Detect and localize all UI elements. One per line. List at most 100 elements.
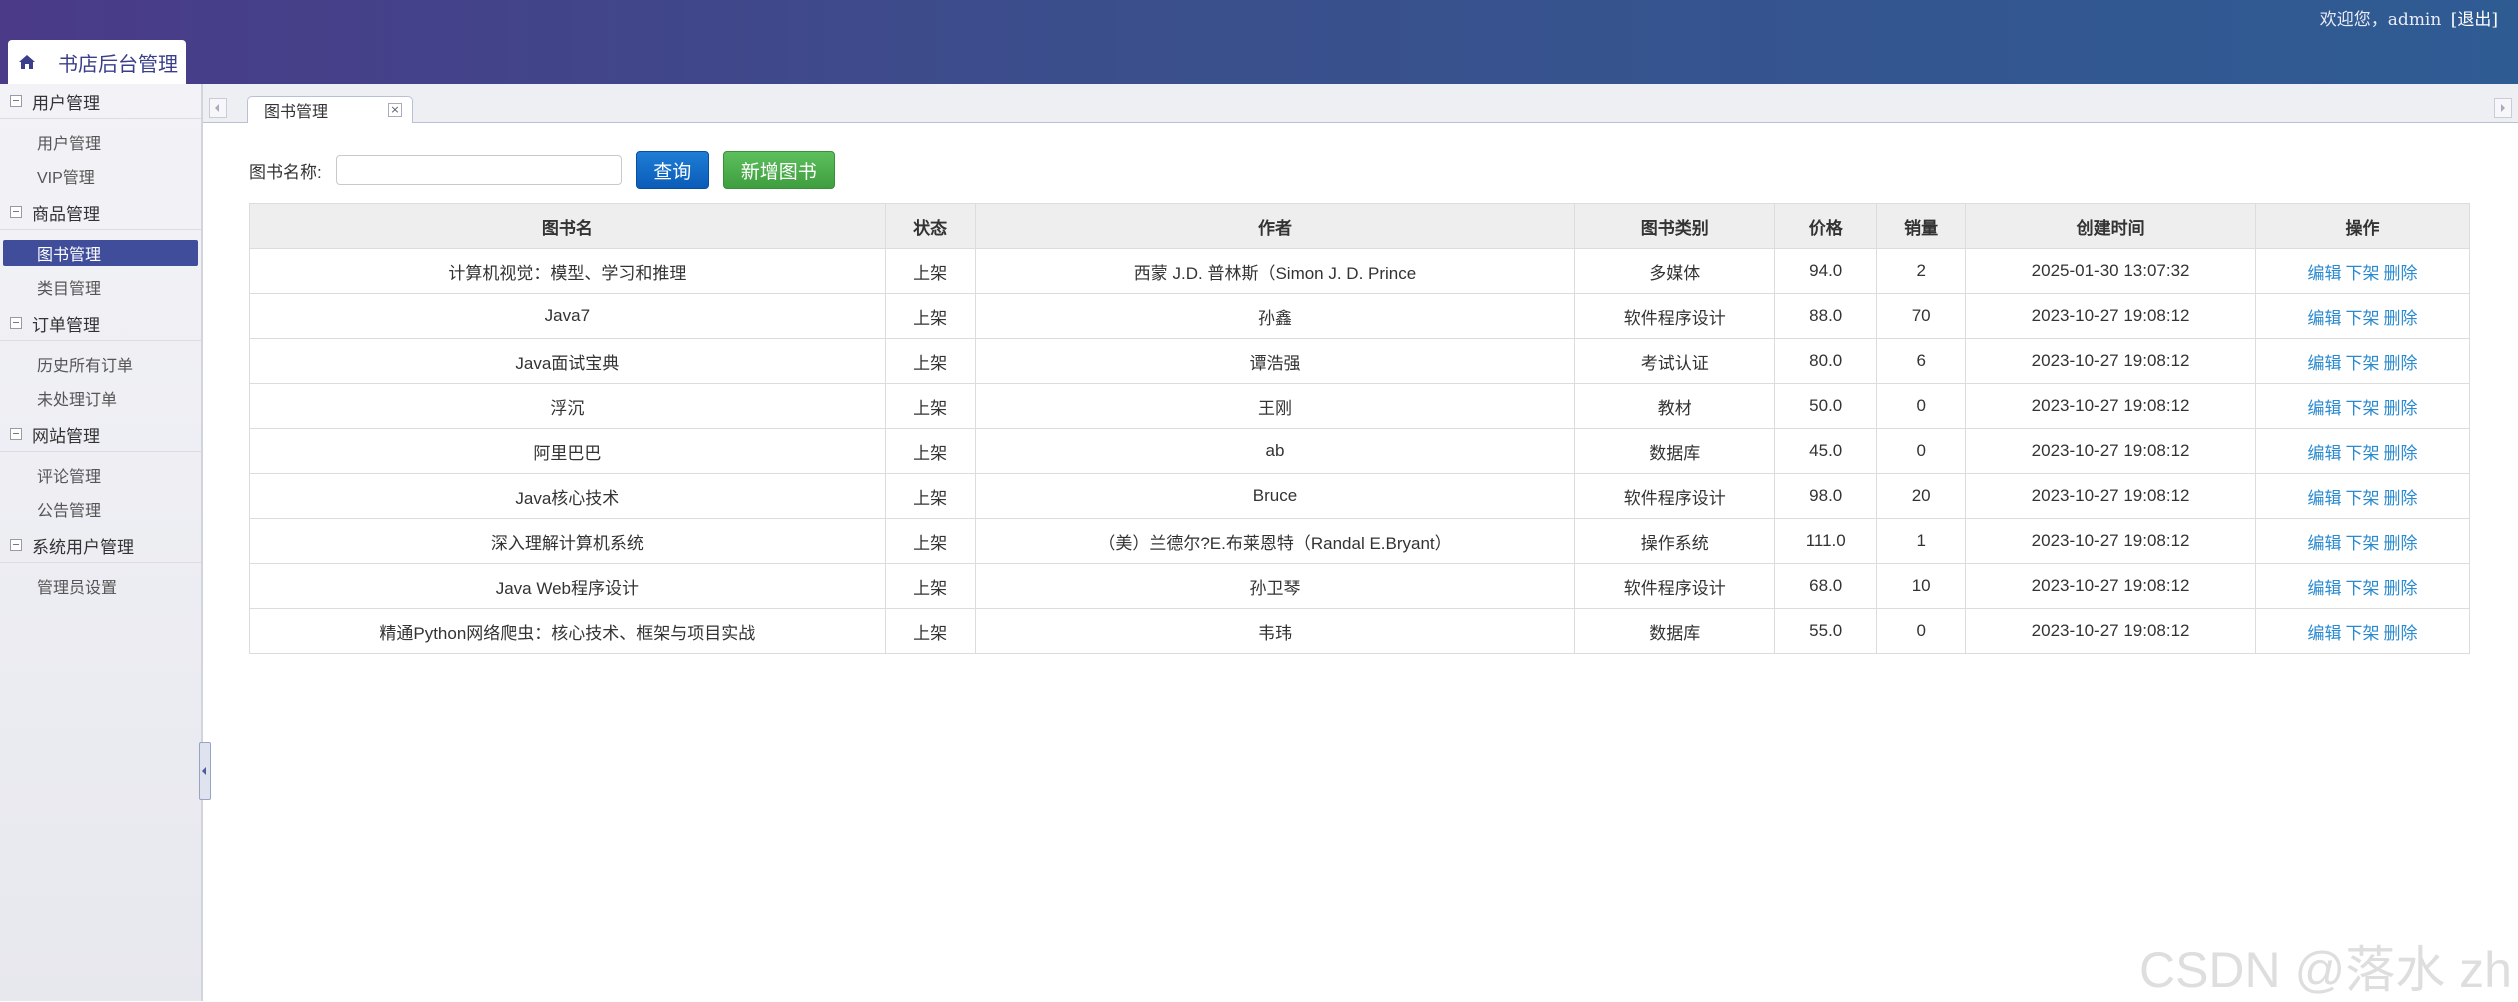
operation-cell: 编辑 下架 删除 (2255, 428, 2470, 474)
book-name-input[interactable] (335, 155, 622, 185)
table-cell: 软件程序设计 (1574, 473, 1776, 519)
operation-cell: 编辑 下架 删除 (2255, 338, 2470, 384)
unlist-link[interactable]: 下架 (2346, 579, 2380, 598)
edit-link[interactable]: 编辑 (2308, 354, 2342, 373)
table-cell: 数据库 (1574, 608, 1776, 654)
operation-cell: 编辑 下架 删除 (2255, 248, 2470, 294)
edit-link[interactable]: 编辑 (2308, 579, 2342, 598)
table-cell: 98.0 (1774, 473, 1878, 519)
unlist-link[interactable]: 下架 (2346, 489, 2380, 508)
top-header: 欢迎您，admin [退出] 书店后台管理 (0, 0, 2518, 84)
delete-link[interactable]: 删除 (2384, 309, 2418, 328)
sidebar-item[interactable]: 管理员设置 (3, 569, 198, 603)
delete-link[interactable]: 删除 (2384, 354, 2418, 373)
delete-link[interactable]: 删除 (2384, 489, 2418, 508)
table-cell: 2023-10-27 19:08:12 (1965, 293, 2257, 339)
edit-link[interactable]: 编辑 (2308, 309, 2342, 328)
sidebar-item[interactable]: 评论管理 (3, 458, 198, 492)
edit-link[interactable]: 编辑 (2308, 534, 2342, 553)
sidebar-group-order[interactable]: 订单管理 (0, 306, 201, 341)
home-icon (18, 53, 36, 71)
column-header: 作者 (974, 203, 1576, 249)
sidebar-group-site[interactable]: 网站管理 (0, 417, 201, 452)
unlist-link[interactable]: 下架 (2346, 444, 2380, 463)
sidebar-collapse-handle[interactable] (199, 742, 211, 800)
delete-link[interactable]: 删除 (2384, 264, 2418, 283)
sidebar-item[interactable]: 历史所有订单 (3, 347, 198, 381)
brand-title: 书店后台管理 (58, 51, 178, 76)
column-header: 价格 (1774, 203, 1878, 249)
operation-cell: 编辑 下架 删除 (2255, 473, 2470, 519)
sidebar-item[interactable]: 用户管理 (3, 125, 198, 159)
search-bar: 图书名称: 查询 新增图书 (249, 150, 835, 190)
unlist-link[interactable]: 下架 (2346, 399, 2380, 418)
table-cell: 1 (1876, 518, 1967, 564)
sidebar-item[interactable]: 公告管理 (3, 492, 198, 526)
sidebar-group-user[interactable]: 用户管理 (0, 84, 201, 119)
table-cell: 2023-10-27 19:08:12 (1965, 383, 2257, 429)
table-cell: 88.0 (1774, 293, 1878, 339)
add-book-button[interactable]: 新增图书 (722, 151, 835, 189)
table-cell: 2023-10-27 19:08:12 (1965, 338, 2257, 384)
logout-link[interactable]: [退出] (2451, 10, 2498, 30)
table-cell: 上架 (884, 428, 976, 474)
sidebar-group-items: 管理员设置 (0, 563, 201, 605)
edit-link[interactable]: 编辑 (2308, 489, 2342, 508)
sidebar-group-items: 图书管理 类目管理 (0, 230, 201, 306)
tab-book-management[interactable]: 图书管理 × (247, 96, 413, 123)
table-cell: Bruce (974, 473, 1576, 519)
table-cell: 50.0 (1774, 383, 1878, 429)
brand-tab[interactable]: 书店后台管理 (8, 40, 186, 84)
table-cell: 0 (1876, 428, 1967, 474)
unlist-link[interactable]: 下架 (2346, 534, 2380, 553)
table-cell: 上架 (884, 248, 976, 294)
edit-link[interactable]: 编辑 (2308, 264, 2342, 283)
unlist-link[interactable]: 下架 (2346, 264, 2380, 283)
delete-link[interactable]: 删除 (2384, 579, 2418, 598)
welcome-text: 欢迎您，admin (2319, 10, 2442, 30)
table-cell: 教材 (1574, 383, 1776, 429)
collapse-minus-icon (10, 317, 22, 329)
unlist-link[interactable]: 下架 (2346, 354, 2380, 373)
table-row: 精通Python网络爬虫：核心技术、框架与项目实战 上架 韦玮 数据库 55.0 0 202… (249, 608, 2470, 654)
tab-scroll-left-button[interactable] (209, 98, 227, 118)
sidebar-group-label: 网站管理 (32, 426, 100, 446)
table-cell: 10 (1876, 563, 1967, 609)
sidebar-item[interactable]: 类目管理 (3, 270, 198, 304)
edit-link[interactable]: 编辑 (2308, 399, 2342, 418)
tab-scroll-right-button[interactable] (2494, 98, 2512, 118)
collapse-minus-icon (10, 428, 22, 440)
sidebar-group-label: 用户管理 (32, 93, 100, 113)
sidebar-group-sysuser[interactable]: 系统用户管理 (0, 528, 201, 563)
sidebar-group-label: 订单管理 (32, 315, 100, 335)
sidebar-group-goods[interactable]: 商品管理 (0, 195, 201, 230)
sidebar-item[interactable]: 未处理订单 (3, 381, 198, 415)
table-cell: 软件程序设计 (1574, 293, 1776, 339)
delete-link[interactable]: 删除 (2384, 624, 2418, 643)
edit-link[interactable]: 编辑 (2308, 624, 2342, 643)
table-cell: 软件程序设计 (1574, 563, 1776, 609)
column-header: 操作 (2255, 203, 2470, 249)
table-cell: Java核心技术 (249, 473, 886, 519)
search-label: 图书名称: (249, 162, 322, 182)
unlist-link[interactable]: 下架 (2346, 624, 2380, 643)
sidebar-item[interactable]: 图书管理 (3, 240, 198, 266)
table-cell: 操作系统 (1574, 518, 1776, 564)
table-cell: 68.0 (1774, 563, 1878, 609)
table-cell: 精通Python网络爬虫：核心技术、框架与项目实战 (249, 608, 886, 654)
close-icon[interactable]: × (388, 103, 402, 117)
edit-link[interactable]: 编辑 (2308, 444, 2342, 463)
table-cell: 孙卫琴 (974, 563, 1576, 609)
query-button[interactable]: 查询 (635, 151, 709, 189)
table-cell: 20 (1876, 473, 1967, 519)
sidebar-item[interactable]: VIP管理 (3, 159, 198, 193)
delete-link[interactable]: 删除 (2384, 399, 2418, 418)
delete-link[interactable]: 删除 (2384, 534, 2418, 553)
unlist-link[interactable]: 下架 (2346, 309, 2380, 328)
table-cell: 韦玮 (974, 608, 1576, 654)
delete-link[interactable]: 删除 (2384, 444, 2418, 463)
watermark: CSDN @落水 zh (2138, 942, 2512, 998)
table-row: 浮沉 上架 王刚 教材 50.0 0 2023-10-27 19:08:12 编辑 下架 删除 (249, 383, 2470, 429)
table-cell: 上架 (884, 338, 976, 384)
table-header-row: 图书名 状态 作者 图书类别 价格 销量 创建时间 操作 (249, 203, 2470, 249)
